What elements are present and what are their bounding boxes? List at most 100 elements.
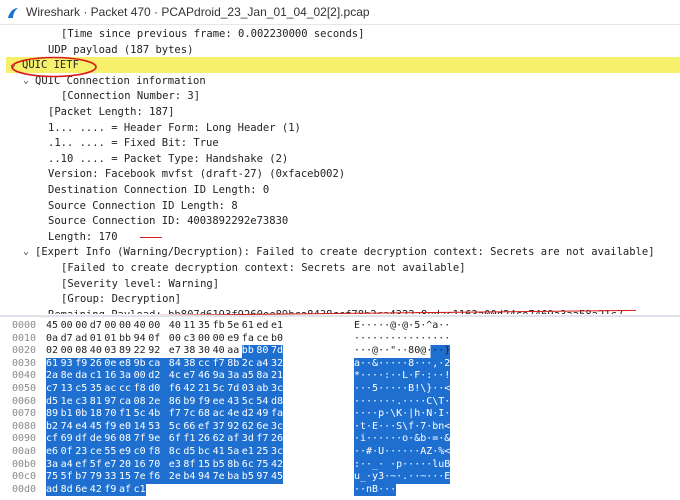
hex-byte[interactable]: 8d — [60, 483, 76, 497]
hex-byte[interactable]: 7e — [133, 471, 149, 484]
hex-byte[interactable]: 2a — [46, 370, 61, 383]
hex-byte[interactable]: b2 — [46, 420, 61, 434]
tree-row[interactable]: [Connection Number: 3] — [6, 88, 680, 104]
hex-ascii[interactable]: a··&·····8···,·2 — [354, 357, 451, 371]
hex-ascii[interactable]: ···@··"··80@···} — [354, 345, 451, 358]
hex-byte[interactable]: 11 — [183, 320, 195, 333]
hex-byte[interactable]: 92 — [227, 420, 242, 434]
hex-byte[interactable]: 5f — [60, 471, 76, 484]
hex-byte[interactable]: 35 — [89, 383, 105, 396]
hex-byte[interactable]: d7 — [61, 333, 73, 346]
hex-byte[interactable]: 93 — [60, 357, 76, 371]
hex-byte[interactable]: 7d — [271, 345, 283, 358]
hex-byte[interactable]: f8 — [133, 383, 149, 396]
hex-byte[interactable]: 23 — [75, 446, 90, 459]
hex-byte[interactable]: ef — [198, 420, 213, 434]
hex-byte[interactable]: f1 — [119, 408, 134, 421]
hex-byte[interactable]: 00 — [133, 370, 149, 383]
hex-byte[interactable]: ba — [227, 471, 242, 484]
hex-byte[interactable]: ad — [75, 333, 87, 346]
hex-byte[interactable]: 75 — [46, 471, 61, 484]
hex-byte[interactable]: 94 — [134, 333, 146, 346]
hex-byte[interactable]: 42 — [271, 458, 283, 472]
hex-byte[interactable]: e8 — [119, 357, 134, 371]
hex-byte[interactable]: 02 — [46, 345, 58, 358]
hex-row[interactable]: 0070 89 b1 0b 18 70 f1 5c 4b f7 7c 68 ac 4e d2 49 fa ····… — [0, 408, 680, 421]
hex-byte[interactable]: ef — [75, 458, 90, 472]
hex-byte[interactable]: 16 — [104, 370, 119, 383]
hex-byte[interactable]: 8e — [60, 370, 76, 383]
tree-row[interactable]: [Failed to create decryption context: Se… — [6, 260, 680, 276]
hex-byte[interactable]: 5a — [227, 446, 242, 459]
hex-byte[interactable]: 3a — [119, 370, 134, 383]
hex-byte[interactable]: df — [75, 433, 90, 446]
hex-byte[interactable]: e1 — [241, 446, 257, 459]
hex-byte[interactable]: 40 — [213, 345, 225, 358]
tree-row[interactable]: Length: 170 — [6, 229, 680, 245]
hex-row[interactable]: 00c0 75 5f b7 79 33 15 7e f6 2e b4 94 7e ba b5 97 45 u_·y… — [0, 471, 680, 484]
hex-byte[interactable]: 41 — [212, 446, 228, 459]
hex-byte[interactable]: 37 — [212, 420, 228, 434]
hex-byte[interactable]: 62 — [212, 433, 228, 446]
hex-byte[interactable]: 32 — [271, 357, 283, 371]
hex-byte[interactable]: c5 — [75, 383, 90, 396]
hex-byte[interactable]: f7 — [168, 408, 184, 421]
hex-byte[interactable]: 62 — [241, 420, 257, 434]
hex-ascii[interactable]: ·t·E···S\f·7·bn< — [354, 420, 451, 434]
hex-byte[interactable]: 70 — [104, 408, 119, 421]
hex-byte[interactable]: 3a — [46, 458, 61, 472]
hex-byte[interactable]: 79 — [89, 471, 105, 484]
hex-byte[interactable]: 5c — [168, 420, 184, 434]
hex-row[interactable]: 0020 02 00 08 40 03 89 22 92 e7 38 30 40 aa bb 80 7d ···@… — [0, 345, 680, 358]
hex-byte[interactable]: 00 — [61, 345, 73, 358]
hex-byte[interactable]: fa — [242, 333, 254, 346]
hex-byte[interactable]: 00 — [148, 320, 160, 333]
hex-byte[interactable]: f7 — [212, 357, 228, 371]
hex-byte[interactable]: d5 — [183, 446, 198, 459]
tree-row[interactable]: Source Connection ID Length: 8 — [6, 198, 680, 214]
hex-ascii[interactable]: ···5·····B!\}··< — [354, 383, 451, 396]
hex-byte[interactable]: e7 — [169, 345, 181, 358]
hex-byte[interactable]: e7 — [183, 370, 198, 383]
hex-byte[interactable]: 9e — [148, 433, 169, 446]
tree-row[interactable]: [Packet Length: 187] — [6, 104, 680, 120]
hex-byte[interactable]: 84 — [168, 357, 184, 371]
hex-byte[interactable]: 3c — [271, 383, 283, 396]
hex-byte[interactable]: d2 — [241, 408, 257, 421]
hex-byte[interactable]: 89 — [119, 345, 131, 358]
hex-byte[interactable]: 20 — [119, 458, 134, 472]
hex-byte[interactable]: 5c — [133, 408, 149, 421]
hex-byte[interactable]: 0e — [104, 357, 119, 371]
hex-byte[interactable]: f9 — [198, 395, 213, 409]
hex-byte[interactable]: 4c — [168, 370, 184, 383]
hex-byte[interactable]: a4 — [60, 458, 76, 472]
hex-byte[interactable]: 38 — [183, 345, 195, 358]
hex-byte[interactable]: 08 — [133, 395, 149, 409]
hex-byte[interactable]: 7f — [133, 433, 149, 446]
hex-byte[interactable]: d5 — [46, 395, 61, 409]
hex-byte[interactable]: 3a — [227, 370, 242, 383]
hex-byte[interactable]: bc — [198, 446, 213, 459]
hex-ascii[interactable]: :··_· ·p·····luB — [354, 458, 451, 472]
hex-byte[interactable]: e6 — [46, 446, 61, 459]
hex-byte[interactable]: e0 — [119, 420, 134, 434]
hex-byte[interactable]: f1 — [183, 433, 198, 446]
hex-byte[interactable]: 6e — [75, 483, 90, 497]
hex-byte[interactable]: ce — [256, 333, 268, 346]
hex-byte[interactable]: 4e — [227, 408, 242, 421]
hex-byte[interactable]: 0f — [148, 333, 160, 346]
hex-byte[interactable]: 03 — [104, 345, 116, 358]
hex-byte[interactable]: c1 — [133, 483, 146, 497]
hex-byte[interactable]: cf — [46, 433, 61, 446]
hex-byte[interactable]: 96 — [104, 433, 119, 446]
hex-byte[interactable]: b5 — [212, 458, 228, 472]
tree-row[interactable]: [Severity level: Warning] — [6, 276, 680, 292]
tree-row[interactable]: UDP payload (187 bytes) — [6, 42, 680, 58]
hex-byte[interactable]: e3 — [168, 458, 184, 472]
hex-byte[interactable]: 5c — [241, 395, 257, 409]
hex-byte[interactable]: 42 — [183, 383, 198, 396]
hex-byte[interactable]: 5f — [89, 458, 105, 472]
hex-byte[interactable]: e1 — [271, 320, 283, 333]
hex-row[interactable]: 0080 b2 74 e4 45 f9 e0 14 53 5c 66 ef 37 92 62 6e 3c ·t·E… — [0, 420, 680, 434]
packet-bytes-pane[interactable]: 0000 45 00 00 d7 00 00 40 00 40 11 35 fb 5e 61 ed e1 E···… — [0, 320, 680, 500]
